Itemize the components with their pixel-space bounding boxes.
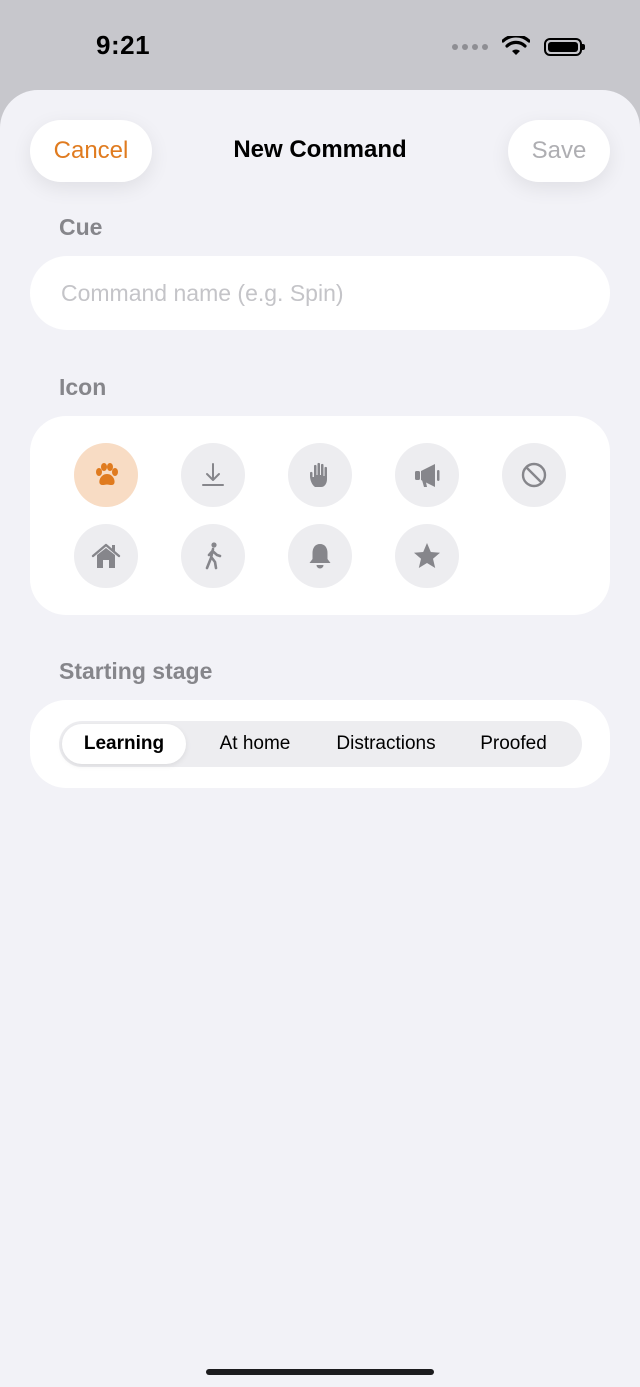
signal-dots-icon xyxy=(452,44,488,50)
star-icon xyxy=(414,543,440,568)
walking-person-icon xyxy=(205,542,222,570)
prohibited-icon xyxy=(521,462,547,488)
icon-option-bell[interactable] xyxy=(288,524,352,588)
starting-stage-label: Starting stage xyxy=(59,658,213,684)
megaphone-icon xyxy=(415,464,440,487)
bell-icon xyxy=(309,544,331,569)
icon-option-walking[interactable] xyxy=(181,524,245,588)
status-icons xyxy=(452,36,585,58)
segment-at-home[interactable]: At home xyxy=(186,724,324,764)
download-arrow-icon xyxy=(202,463,224,486)
icon-section-label: Icon xyxy=(59,374,107,400)
command-name-input[interactable] xyxy=(59,278,581,308)
icon-option-star[interactable] xyxy=(395,524,459,588)
cue-section-label: Cue xyxy=(59,214,103,240)
new-command-sheet: Cancel New Command Save Cue Icon xyxy=(0,90,640,1387)
icon-option-prohibited[interactable] xyxy=(502,443,566,507)
segment-proofed[interactable]: Proofed xyxy=(448,724,579,764)
wifi-icon xyxy=(502,36,530,55)
save-button[interactable]: Save xyxy=(508,120,610,182)
icon-option-megaphone[interactable] xyxy=(395,443,459,507)
icon-picker-card xyxy=(30,416,610,615)
icon-option-house[interactable] xyxy=(74,524,138,588)
hand-icon xyxy=(310,462,327,487)
stage-segmented-control: Learning At home Distractions Proofed xyxy=(59,721,582,767)
status-bar: 9:21 xyxy=(0,0,640,90)
segment-distractions[interactable]: Distractions xyxy=(324,724,448,764)
icon-option-hand[interactable] xyxy=(288,443,352,507)
paw-icon xyxy=(96,463,118,486)
cue-input-card xyxy=(30,256,610,330)
battery-icon xyxy=(544,38,585,56)
segment-learning[interactable]: Learning xyxy=(62,724,186,764)
stage-card: Learning At home Distractions Proofed xyxy=(30,700,610,788)
home-indicator xyxy=(206,1369,434,1375)
icon-option-download[interactable] xyxy=(181,443,245,507)
house-icon xyxy=(91,543,121,568)
icon-option-paw[interactable] xyxy=(74,443,138,507)
status-time: 9:21 xyxy=(96,30,151,60)
